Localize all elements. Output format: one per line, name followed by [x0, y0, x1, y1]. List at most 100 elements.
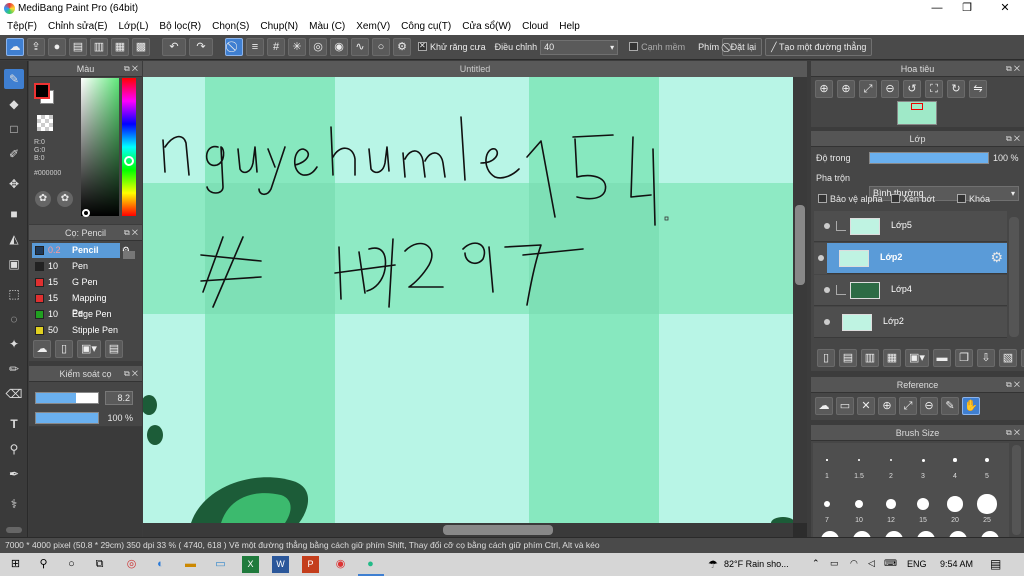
cloud-icon[interactable]: ☁ — [6, 38, 24, 56]
new-brush-icon[interactable]: ▯ — [55, 340, 73, 358]
radial-snap-icon[interactable]: ✳ — [288, 38, 306, 56]
shape-tool-icon[interactable]: □ — [4, 119, 24, 139]
panel-expand-icon[interactable]: ⧉ ✕ — [1006, 425, 1020, 441]
fit-icon[interactable]: ⤢ — [859, 80, 877, 98]
explorer-icon[interactable]: ▬ — [182, 556, 199, 573]
no-snap-icon[interactable]: ⃠ — [225, 38, 243, 56]
undo-icon[interactable]: ↶ — [162, 38, 186, 56]
minimize-button[interactable]: — — [920, 0, 954, 17]
edge-checkbox[interactable]: Cạnh mềm — [629, 42, 685, 52]
curve-snap-icon[interactable]: ∿ — [351, 38, 369, 56]
bucket-tool-icon[interactable]: ◭ — [4, 229, 24, 249]
hue-cursor[interactable] — [124, 156, 134, 166]
volume-icon[interactable]: ◁ — [868, 558, 875, 569]
brush-settings-icon[interactable]: ▤ — [105, 340, 123, 358]
layer-row[interactable]: Lớp4 — [814, 275, 1007, 306]
reference-zoom-out-icon[interactable]: ⊖ — [920, 397, 938, 415]
brush-item[interactable]: 10 Edge Pen — [32, 307, 120, 322]
new-halftone-layer-icon[interactable]: ▤ — [839, 349, 857, 367]
wifi-icon[interactable]: ◠ — [850, 558, 858, 569]
canvas-vertical-scrollbar[interactable] — [793, 77, 807, 523]
eye-icon[interactable] — [824, 319, 830, 325]
maximize-button[interactable]: ❐ — [950, 0, 984, 17]
straight-line-button[interactable]: ╱ Tạo một đường thẳng — [765, 38, 873, 56]
notification-icon[interactable]: ▤ — [990, 557, 1001, 571]
new-8bit-layer-icon[interactable]: ▥ — [861, 349, 879, 367]
navigator-thumbnail[interactable] — [897, 101, 937, 125]
layer-list-scrollbar[interactable] — [1009, 217, 1019, 337]
menu-tools[interactable]: Công cụ(T) — [401, 21, 451, 32]
text-tool-icon[interactable]: T — [4, 414, 24, 434]
brush-size-cell[interactable]: 20 — [943, 491, 967, 531]
powerpoint-icon[interactable]: P — [302, 556, 319, 573]
vertical-scroll-thumb[interactable] — [795, 205, 805, 285]
fit-screen-icon[interactable]: ⛶ — [925, 80, 943, 98]
move-tool-icon[interactable]: ✥ — [4, 174, 24, 194]
hue-slider[interactable] — [122, 78, 136, 216]
eye-icon[interactable] — [818, 255, 824, 261]
brush-item[interactable]: 15 G Pen — [32, 275, 120, 290]
brush-cloud-icon[interactable]: ☁ — [33, 340, 51, 358]
layer-opacity-slider[interactable] — [869, 152, 989, 164]
select-pen-icon[interactable]: ✏ — [4, 359, 24, 379]
tray-chevron-icon[interactable]: ⌃ — [812, 558, 820, 569]
brush-size-cell[interactable]: 1 — [815, 447, 839, 487]
eye-icon[interactable] — [824, 223, 830, 229]
size-value[interactable]: 8.2 — [105, 391, 133, 405]
rotate-right-icon[interactable]: ↻ — [947, 80, 965, 98]
add-brush-icon[interactable]: ▣▾ — [77, 340, 101, 358]
brush-size-cell[interactable]: 25 — [975, 491, 999, 531]
windows-start-icon[interactable]: ⊞ — [7, 556, 24, 573]
tool-scroll[interactable] — [6, 527, 22, 533]
message-icon[interactable]: ▤ — [69, 38, 87, 56]
excel-icon[interactable]: X — [242, 556, 259, 573]
lasso-tool-icon[interactable]: ◌ — [4, 309, 24, 329]
brush-size-cell[interactable]: 12 — [879, 491, 903, 531]
menu-window[interactable]: Cửa sổ(W) — [462, 21, 511, 32]
brush-item[interactable]: 50 Stipple Pen — [32, 323, 120, 338]
brush-size-cell[interactable]: 10 — [847, 491, 871, 531]
transparent-swatch[interactable] — [37, 115, 53, 131]
select-tool-icon[interactable]: ⬚ — [4, 284, 24, 304]
gradient-tool-icon[interactable]: ▣ — [4, 254, 24, 274]
saturation-value-picker[interactable] — [81, 78, 119, 216]
reference-eyedropper-icon[interactable]: ✎ — [941, 397, 959, 415]
add-layer-menu-icon[interactable]: ▣▾ — [905, 349, 929, 367]
panel-expand-icon[interactable]: ⧉ ✕ — [124, 225, 138, 241]
menu-help[interactable]: Help — [559, 21, 580, 32]
search-icon[interactable]: ⚲ — [35, 556, 52, 573]
gear-icon[interactable]: ⚙ — [990, 249, 1003, 266]
menu-file[interactable]: Tệp(F) — [7, 21, 37, 32]
palette-add-icon[interactable]: ✿ — [57, 191, 73, 207]
grid-icon[interactable]: ▩ — [132, 38, 150, 56]
language-indicator[interactable]: ENG — [907, 559, 927, 569]
medibang-taskbar-icon[interactable]: ● — [362, 556, 379, 573]
menu-view[interactable]: Xem(V) — [356, 21, 390, 32]
drawing-canvas[interactable] — [143, 77, 793, 523]
layer-row[interactable]: Lớp5 — [814, 211, 1007, 242]
reference-cloud-icon[interactable]: ☁ — [815, 397, 833, 415]
brush-item[interactable]: 10 Pen — [32, 259, 120, 274]
app-icon-1[interactable]: ◎ — [123, 556, 140, 573]
layer-settings-icon[interactable]: ▧ — [999, 349, 1017, 367]
panel-expand-icon[interactable]: ⧉ ✕ — [124, 366, 138, 382]
panel-expand-icon[interactable]: ⧉ ✕ — [1006, 131, 1020, 147]
navigator-viewport[interactable] — [911, 103, 923, 110]
layer-row-selected[interactable]: Lớp2 ⚙ — [827, 243, 1007, 274]
brush-item[interactable]: 0.2 Pencil ⚙ — [32, 243, 130, 258]
monitor-icon[interactable]: ▭ — [212, 556, 229, 573]
ring-snap-icon[interactable]: ○ — [372, 38, 390, 56]
panel-icon[interactable]: ▦ — [111, 38, 129, 56]
menu-cloud[interactable]: Cloud — [522, 21, 548, 32]
zoom-out-icon[interactable]: ⊖ — [881, 80, 899, 98]
zoom-in-alt-icon[interactable]: ⊕ — [837, 80, 855, 98]
reference-fit-icon[interactable]: ⤢ — [899, 397, 917, 415]
folder-icon[interactable]: ▬ — [933, 349, 951, 367]
menu-filter[interactable]: Bộ lọc(R) — [159, 21, 201, 32]
redo-icon[interactable]: ↷ — [189, 38, 213, 56]
document-icon[interactable]: ▥ — [90, 38, 108, 56]
brush-list-scrollbar[interactable] — [123, 251, 135, 259]
select-eraser-icon[interactable]: ⌫ — [4, 384, 24, 404]
layer-eye-cell[interactable] — [814, 243, 827, 274]
brush-size-cell[interactable]: 7 — [815, 491, 839, 531]
